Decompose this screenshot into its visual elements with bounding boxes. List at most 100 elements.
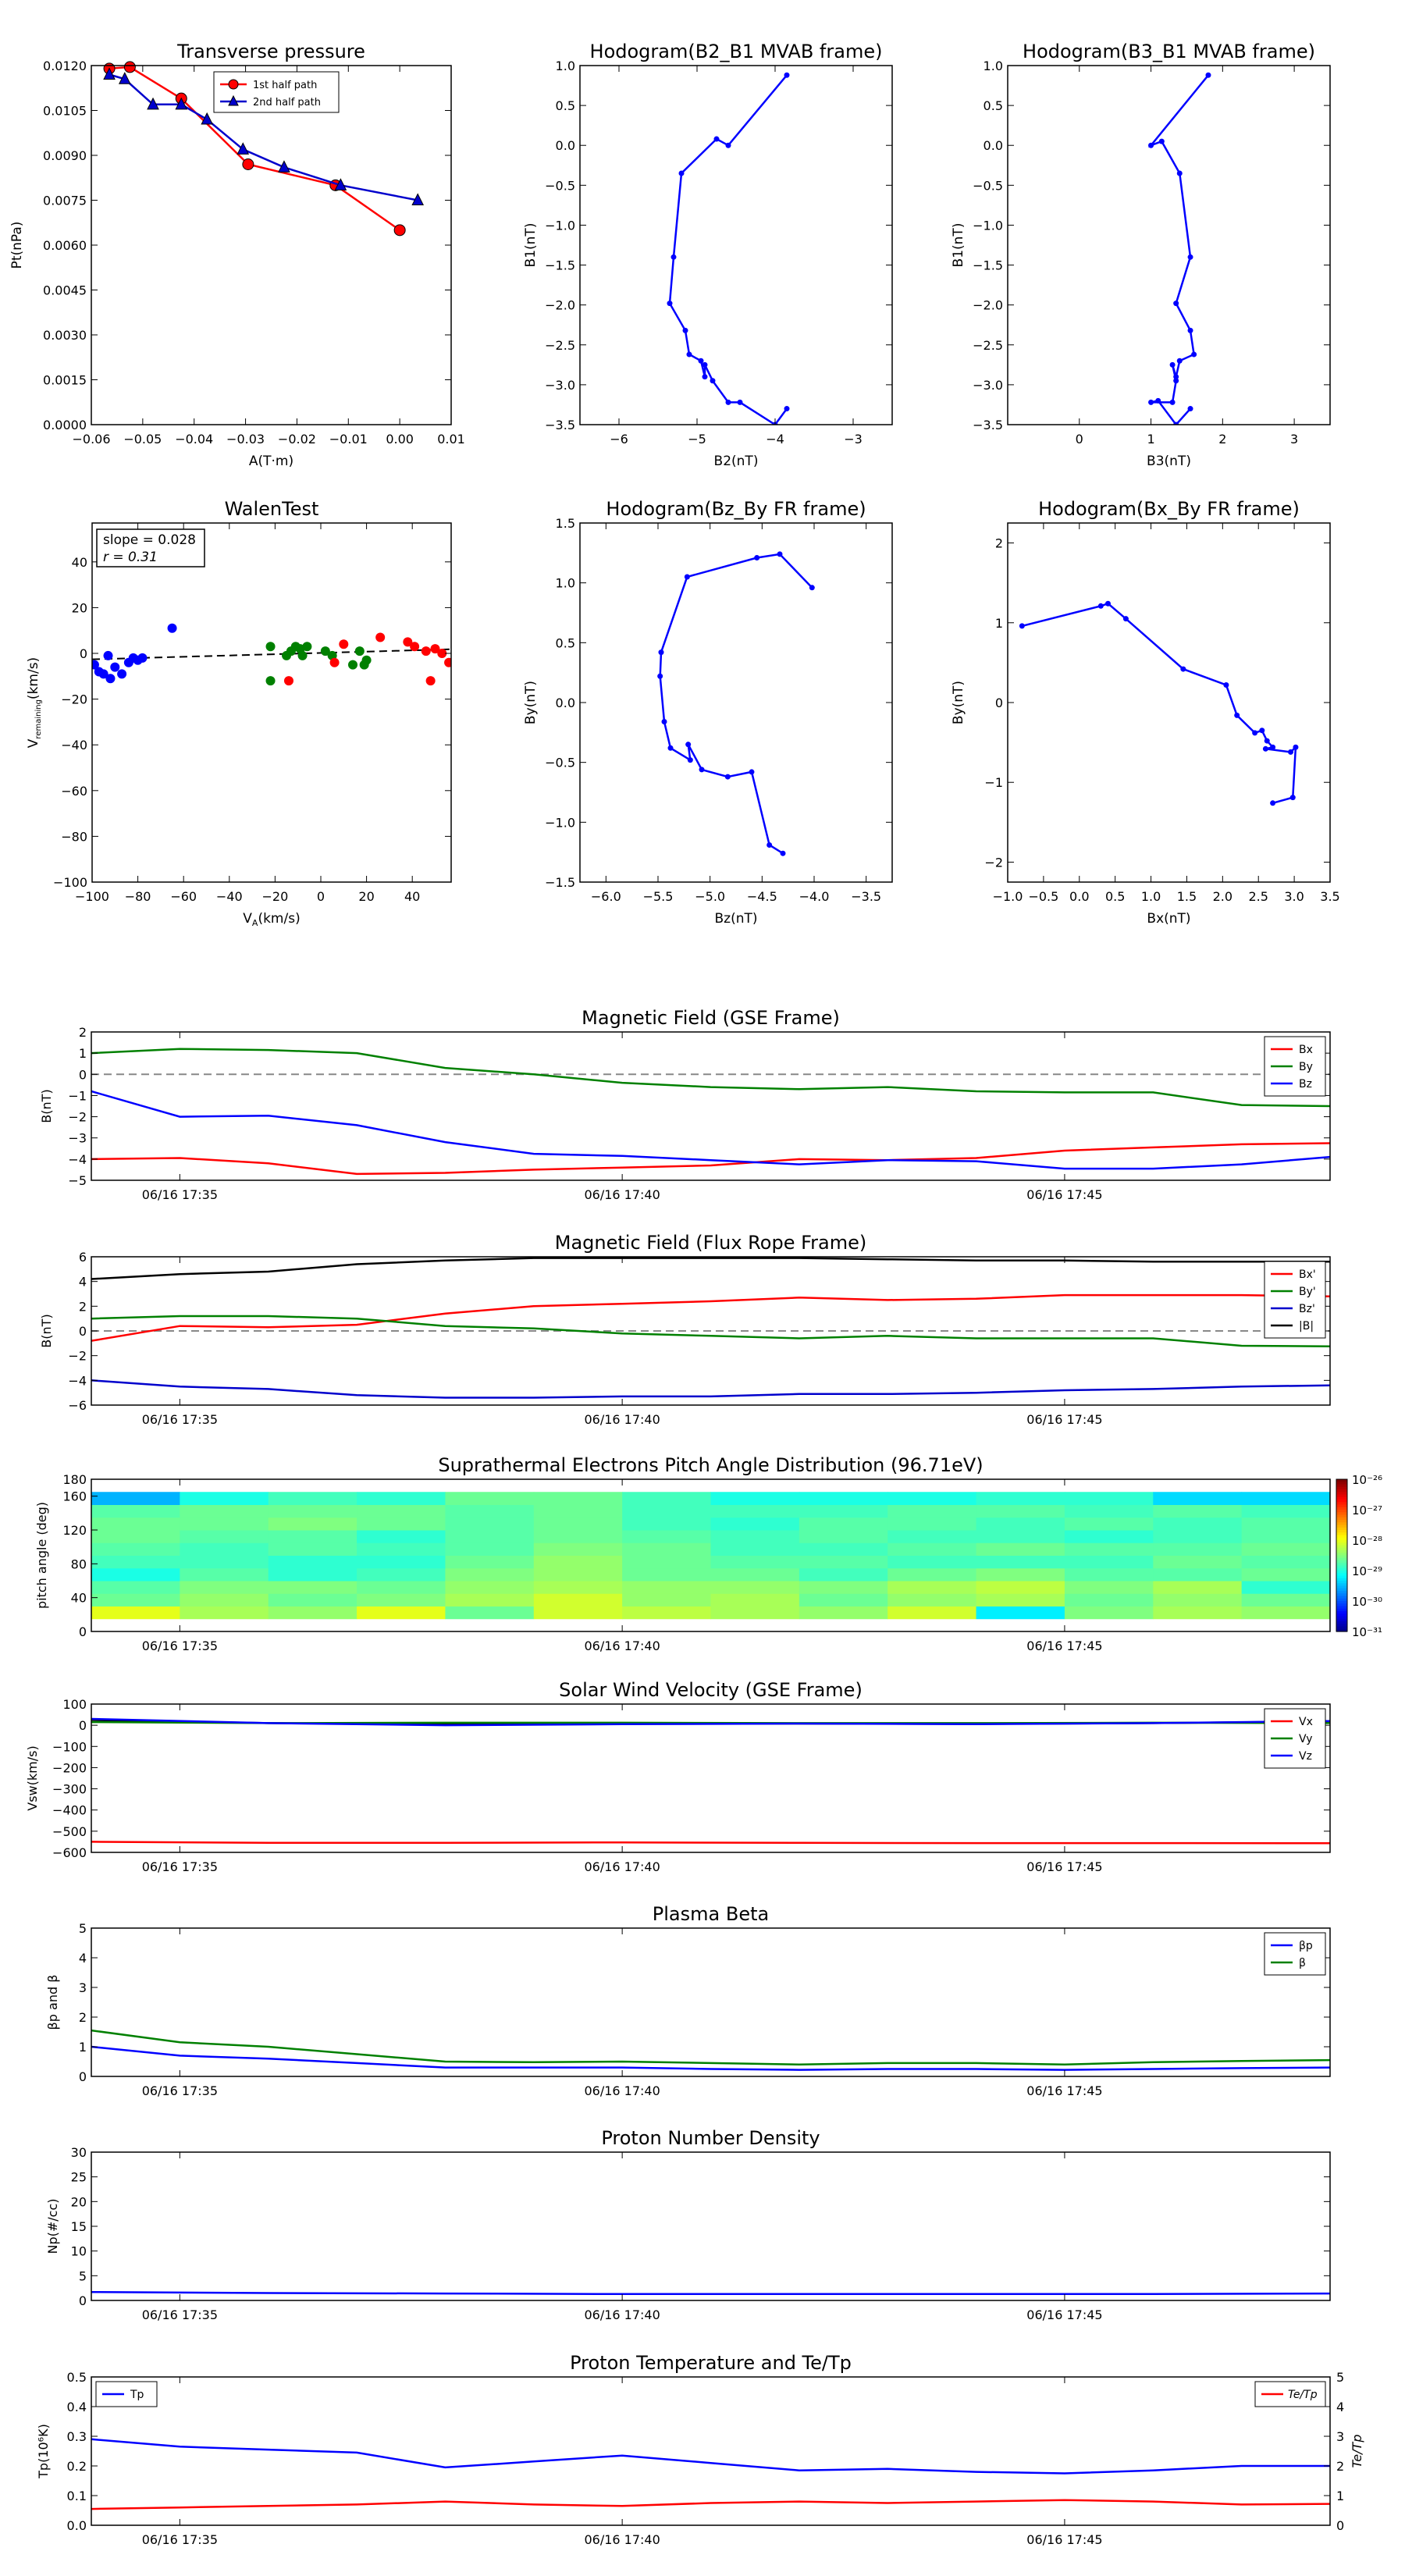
plot-frame [91,2151,1331,2301]
x-tick-label: 0 [317,889,325,904]
y-tick-label: 0.5 [556,635,575,650]
heatmap-cell [445,1581,535,1594]
series-line [1022,602,1297,805]
heatmap-cell [976,1530,1065,1543]
y-axis-label: Np(#/cc) [45,2199,60,2254]
y-tick-label: 20 [72,600,87,615]
x-tick-label: −3 [844,432,863,447]
data-point [242,158,254,170]
series-line [91,1257,1330,1280]
heatmap-cell [799,1542,888,1556]
y-tick-label: 0.0090 [43,148,87,163]
heatmap-cell [1064,1593,1154,1606]
y-tick-label: −2 [68,1110,87,1125]
data-point [1264,738,1270,744]
heatmap-cell [710,1517,800,1531]
y-tick-label: 0.5 [67,2370,87,2385]
heatmap-cell [180,1581,269,1594]
x-tick-label: 0 [1076,432,1083,447]
series-line [91,1379,1330,1399]
x-tick-label: 2 [1218,432,1226,447]
heatmap-cell [622,1606,711,1620]
heatmap-cell [1241,1555,1331,1569]
x-axis-label: VA(km/s) [243,911,300,928]
heatmap-cell [976,1542,1065,1556]
series-line [91,2290,1330,2296]
chart-title: Suprathermal Electrons Pitch Angle Distr… [438,1454,983,1476]
heatmap-cell [622,1530,711,1543]
y-tick-label: −2.0 [973,298,1003,313]
y-tick-label: −0.5 [545,178,575,193]
chart-title: Proton Number Density [601,2127,820,2149]
heatmap-cell [357,1567,446,1582]
chart-vsw: −600 −500 −400 −300 −200 −100 0 100 06/16 17:35 0… [25,1679,1331,1874]
data-point [1187,254,1193,260]
y-tick-label: −2 [984,855,1003,870]
y-tick-label: 1.0 [556,59,575,73]
y-tick-label: −2.0 [545,298,575,313]
y-axis-label: B1(nT) [523,223,539,268]
heatmap-cell [1064,1581,1154,1594]
heatmap-cell [268,1530,357,1543]
heatmap-cell [887,1517,977,1531]
plot-frame [91,65,452,425]
chart-title: Transverse pressure [176,41,365,62]
y-tick-label: −3.0 [545,378,575,393]
y-tick-label: −3.5 [545,418,575,432]
heatmap-cell [533,1567,623,1582]
x-tick-label: 06/16 17:45 [1026,2083,1102,2098]
plot-frame [579,65,893,425]
x-tick-label: 06/16 17:35 [142,2083,218,2098]
y-tick-label: 0.0 [67,2518,87,2533]
y-tick-label: 0.0105 [43,104,87,119]
y-tick-label: 0.5 [556,98,575,113]
heatmap-cell [91,1530,180,1543]
y2-tick-label: 5 [1336,2370,1344,2385]
data-point [1289,795,1296,801]
heatmap-cell [357,1492,446,1505]
heatmap-cell [799,1555,888,1569]
heatmap-cell [887,1567,977,1582]
x-tick-label: 06/16 17:40 [584,1187,660,1202]
data-point [682,327,688,333]
heatmap-cell [976,1504,1065,1518]
heatmap-cell [268,1567,357,1582]
y-tick-label: 0.5 [984,98,1003,113]
x-tick-label: 06/16 17:40 [584,2532,660,2547]
y-tick-label: −1 [984,775,1003,790]
heatmap-cell [622,1567,711,1582]
y-tick-label: 0.0030 [43,328,87,343]
x-tick-label: 0.0 [1069,889,1089,904]
heatmap-cell [1153,1555,1243,1569]
y-tick-label: 0.0 [556,138,575,153]
legend-label: By [1299,1061,1313,1073]
y-tick-label: 2 [79,1299,87,1314]
y-tick-label: 160 [62,1489,87,1504]
x-tick-label: 06/16 17:40 [584,2307,660,2322]
legend-label: Vz [1299,1750,1312,1763]
heatmap-cell [887,1504,977,1518]
heatmap-cell [1153,1504,1243,1518]
y-tick-label: 10 [71,2244,87,2259]
plot-frame [91,1031,1331,1181]
heatmap-cell [1064,1530,1154,1543]
data-point [710,378,716,384]
y-tick-label: −0.5 [545,756,575,770]
data-point [1176,358,1183,364]
y-tick-label: 180 [62,1472,87,1487]
series-line [91,1841,1330,1845]
y-tick-label: 4 [79,1951,87,1966]
heatmap-cell [887,1555,977,1569]
x-tick-label: 06/16 17:35 [142,1187,218,1202]
x-tick-label: −20 [262,889,289,904]
colorbar-label: 10⁻²⁹ [1352,1564,1382,1578]
heatmap-cell [445,1530,535,1543]
data-point [1191,351,1197,358]
heatmap-cell [887,1492,977,1505]
data-point [105,674,116,684]
y-tick-label: −60 [61,784,87,799]
figure: 0.00000.00150.00300.00450.00600.00750.00… [9,41,1382,2547]
y-tick-label: 2 [79,2010,87,2025]
heatmap-cell [533,1606,623,1620]
series-line [91,2045,1330,2071]
